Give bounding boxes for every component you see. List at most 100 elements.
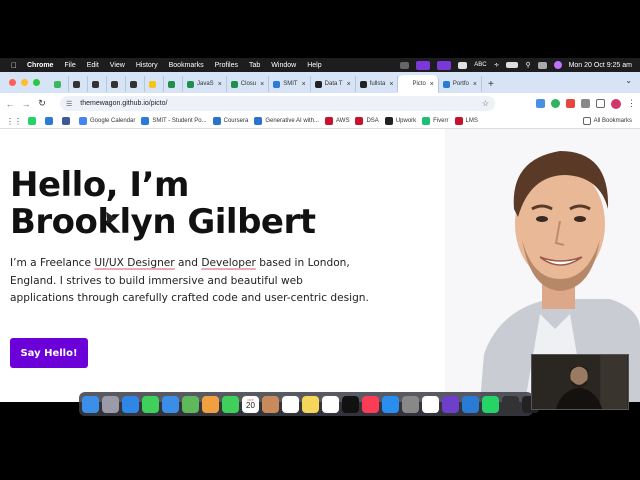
freeform-icon[interactable] <box>322 395 339 413</box>
menu-tab[interactable]: Tab <box>249 62 260 69</box>
tab-search-icon[interactable]: ⌄ <box>625 76 632 85</box>
menu-history[interactable]: History <box>136 62 158 69</box>
browser-tab[interactable] <box>88 76 107 92</box>
bookmark-item[interactable]: Coursera <box>212 117 248 125</box>
vscode-icon[interactable] <box>462 395 479 413</box>
browser-tab[interactable]: Closu × <box>227 76 270 92</box>
bookmark-favicon-icon <box>325 117 334 125</box>
site-info-icon[interactable]: ☰ <box>66 100 72 108</box>
extension-icon[interactable] <box>536 99 545 108</box>
facetime-icon[interactable] <box>222 395 239 413</box>
close-tab-icon[interactable]: × <box>302 81 306 88</box>
bookmark-item[interactable]: Upwork <box>384 117 416 125</box>
bookmark-item[interactable]: LMS <box>454 117 478 125</box>
close-tab-icon[interactable]: × <box>389 81 393 88</box>
bookmark-item[interactable] <box>28 117 39 125</box>
browser-tab[interactable]: Portfo × <box>439 76 482 92</box>
control-center-icon[interactable] <box>537 61 547 69</box>
back-arrow-icon[interactable]: ← <box>2 99 18 109</box>
input-source-label[interactable]: ABC <box>474 62 486 68</box>
mail-icon[interactable] <box>162 395 179 413</box>
menu-profiles[interactable]: Profiles <box>215 62 238 69</box>
notes-icon[interactable] <box>302 395 319 413</box>
launchpad-icon[interactable] <box>102 395 119 413</box>
profile-avatar[interactable] <box>611 98 621 109</box>
screen-share-icon[interactable] <box>437 60 452 70</box>
browser-tab[interactable]: JavaS × <box>183 76 227 92</box>
bookmark-item[interactable]: AWS <box>325 117 349 125</box>
browser-tab[interactable] <box>69 76 88 92</box>
extension-icon[interactable] <box>566 99 575 108</box>
close-tab-icon[interactable]: × <box>260 81 264 88</box>
wifi-icon[interactable]: ∻ <box>494 61 500 69</box>
bookmark-item[interactable] <box>45 117 56 125</box>
siri-icon[interactable] <box>553 61 562 69</box>
input-flag-icon[interactable] <box>458 61 468 69</box>
status-app-icon[interactable] <box>400 61 410 69</box>
close-window-button[interactable] <box>9 79 16 86</box>
menu-help[interactable]: Help <box>307 62 321 69</box>
bookmark-item[interactable]: SMIT - Student Po... <box>141 117 207 125</box>
close-tab-icon[interactable]: × <box>473 81 477 88</box>
reminders-icon[interactable] <box>282 395 299 413</box>
github-icon[interactable] <box>442 395 459 413</box>
calendar-icon[interactable]: OCT 20 <box>242 395 259 413</box>
bookmark-item[interactable]: DSA <box>355 117 379 125</box>
forward-arrow-icon[interactable]: → <box>18 99 34 109</box>
browser-tab[interactable] <box>107 76 126 92</box>
menu-view[interactable]: View <box>110 62 125 69</box>
reload-icon[interactable]: ↻ <box>34 98 50 109</box>
tab-active[interactable]: Picto × <box>398 75 439 93</box>
kebab-menu-icon[interactable]: ⋮ <box>627 98 636 109</box>
say-hello-button[interactable]: Say Hello! <box>10 338 88 368</box>
battery-icon[interactable] <box>506 62 519 68</box>
maps-icon[interactable] <box>182 395 199 413</box>
sidebar-icon[interactable] <box>596 99 605 108</box>
close-tab-icon[interactable]: × <box>347 81 351 88</box>
apps-grid-icon[interactable]: ⋮⋮ <box>6 117 22 126</box>
menu-bookmarks[interactable]: Bookmarks <box>169 62 204 69</box>
puzzle-icon[interactable] <box>581 99 590 108</box>
bookmark-item[interactable]: Generative AI with... <box>254 117 319 125</box>
browser-tab[interactable]: SMIT × <box>269 76 311 92</box>
close-tab-icon[interactable]: × <box>218 81 222 88</box>
bookmark-item[interactable] <box>62 117 73 125</box>
all-bookmarks-button[interactable]: All Bookmarks <box>582 117 632 125</box>
appstore-icon[interactable] <box>382 395 399 413</box>
menu-app-name[interactable]: Chrome <box>27 62 53 69</box>
menu-clock[interactable]: Mon 20 Oct 9:25 am <box>569 62 632 69</box>
tv-icon[interactable] <box>342 395 359 413</box>
settings-icon[interactable] <box>402 395 419 413</box>
safari-icon[interactable] <box>122 395 139 413</box>
bookmark-star-icon[interactable]: ☆ <box>482 99 489 108</box>
menu-edit[interactable]: Edit <box>87 62 99 69</box>
finder-icon[interactable] <box>82 395 99 413</box>
browser-tab[interactable] <box>164 76 183 92</box>
chrome-icon[interactable] <box>422 395 439 413</box>
browser-tab[interactable] <box>126 76 145 92</box>
apple-icon[interactable]:  <box>10 61 18 70</box>
browser-tab[interactable] <box>50 76 69 92</box>
new-tab-button[interactable]: + <box>488 79 494 90</box>
bookmark-item[interactable]: Fiverr <box>422 117 449 125</box>
browser-tab[interactable]: Data T × <box>311 76 356 92</box>
menu-window[interactable]: Window <box>271 62 296 69</box>
bookmark-item[interactable]: Google Calendar <box>79 117 135 125</box>
close-tab-icon[interactable]: × <box>430 81 434 88</box>
photos-icon[interactable] <box>202 395 219 413</box>
address-url[interactable]: themewagon.github.io/picto/ <box>80 100 167 107</box>
music-icon[interactable] <box>362 395 379 413</box>
menu-file[interactable]: File <box>64 62 75 69</box>
extension-icon[interactable] <box>551 99 560 108</box>
address-bar[interactable]: ☰ themewagon.github.io/picto/ ☆ <box>60 96 495 111</box>
zoom-window-button[interactable] <box>33 79 40 86</box>
browser-tab[interactable]: fullsta × <box>356 76 399 92</box>
browser-tab[interactable] <box>145 76 164 92</box>
minimize-window-button[interactable] <box>21 79 28 86</box>
camera-icon[interactable] <box>502 395 519 413</box>
search-icon[interactable]: ⚲ <box>525 61 530 69</box>
contacts-icon[interactable] <box>262 395 279 413</box>
messages-icon[interactable] <box>142 395 159 413</box>
whatsapp-icon[interactable] <box>482 395 499 413</box>
screen-record-icon[interactable] <box>416 60 431 70</box>
